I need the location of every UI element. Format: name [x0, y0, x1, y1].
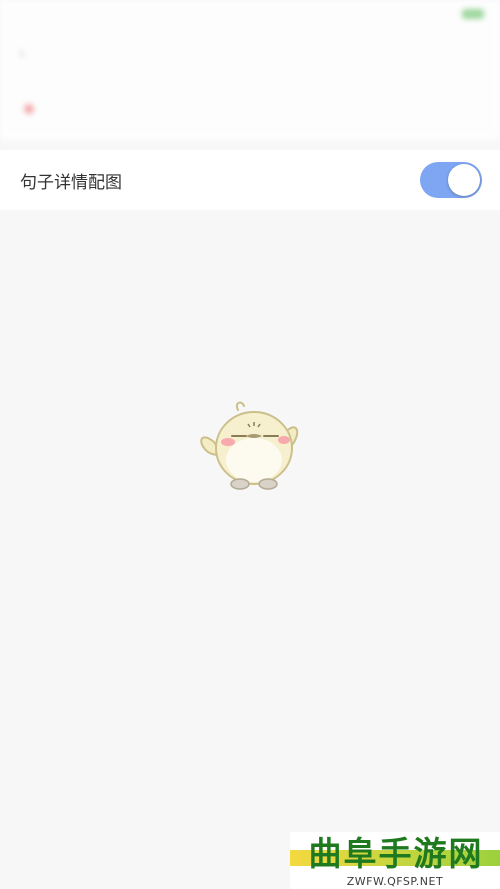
watermark-title: 曲阜手游网: [308, 834, 484, 873]
blurred-background-page: ‹: [0, 0, 500, 140]
battery-icon: [458, 7, 484, 22]
screen: ‹ 句子详情配图 曲阜手游网 ZWFW.QFSP.NET: [0, 0, 500, 889]
toggle-knob: [448, 164, 480, 196]
status-bar: [0, 0, 500, 28]
back-icon: ‹: [18, 42, 26, 64]
sentence-image-toggle[interactable]: [420, 162, 482, 198]
watermark-url: ZWFW.QFSP.NET: [346, 875, 444, 888]
blurred-settings-row: [0, 86, 500, 130]
chick-mascot-icon: [200, 401, 299, 490]
setting-label: 句子详情配图: [20, 172, 122, 193]
setting-row-sentence-image: 句子详情配图: [0, 150, 500, 210]
badge-dot-icon: [24, 103, 34, 114]
nav-bar: ‹: [0, 28, 500, 78]
site-watermark-logo: 曲阜手游网 ZWFW.QFSP.NET: [290, 832, 500, 889]
